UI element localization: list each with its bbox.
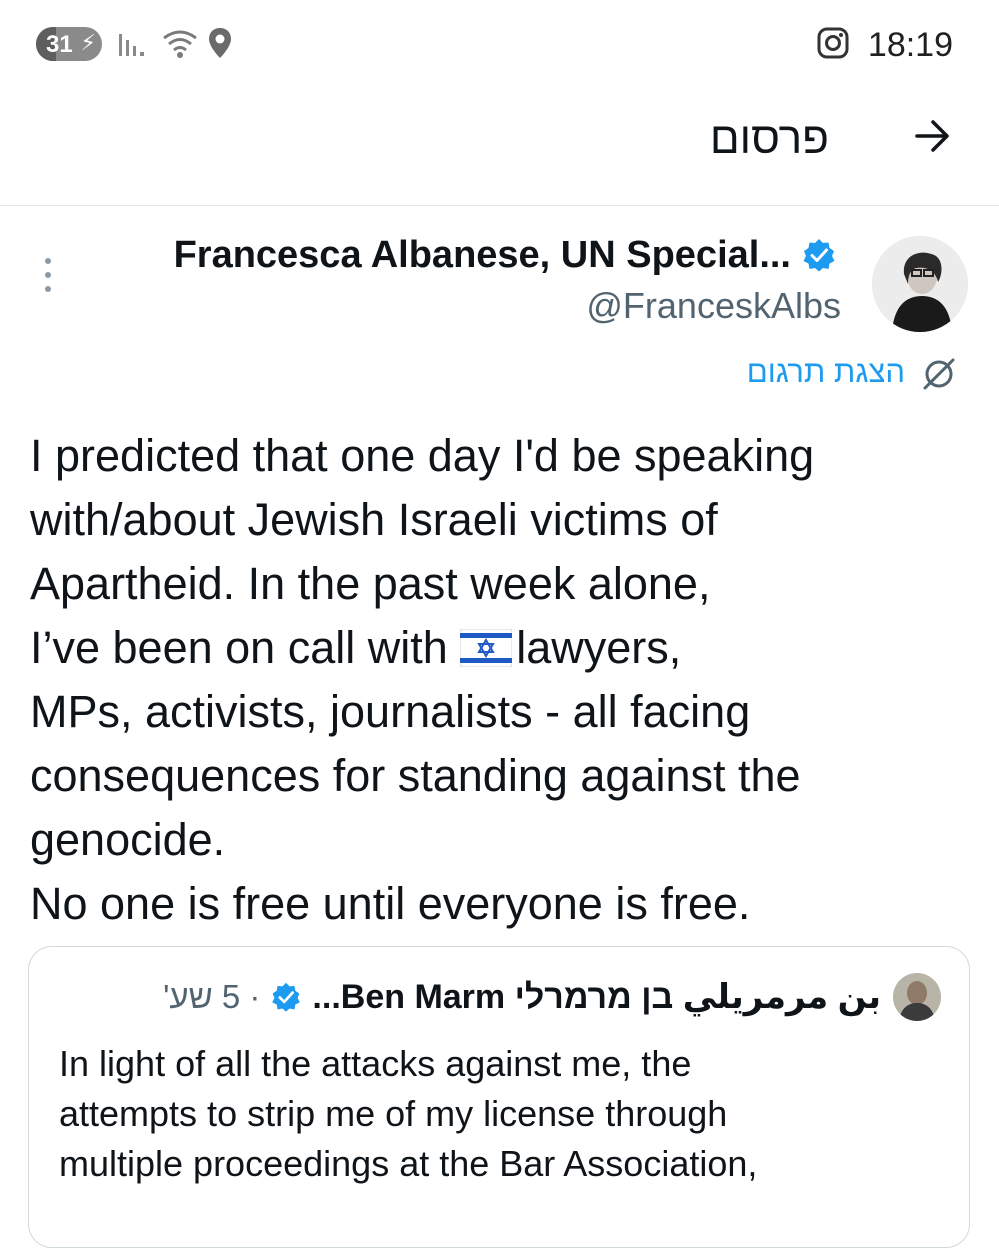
clock: 18:19 [867,26,953,64]
quoted-tweet-line: In light of all the attacks against me, … [59,1043,692,1084]
page-title: פרסום [709,114,829,163]
avatar[interactable] [872,236,968,332]
arrow-right-icon[interactable] [913,116,953,156]
tweet-line: with/about Jewish Israeli victims of [30,494,718,545]
more-options-icon[interactable] [38,258,58,298]
battery-indicator: 31 ⚡ [36,27,102,61]
tweet-text: I predicted that one day I'd be speaking… [30,424,970,936]
quoted-author-avatar[interactable] [893,973,941,1021]
signal-icon [119,34,144,56]
wifi-icon [163,30,197,58]
tweet-line-prefix: I’ve been on call with [30,622,461,673]
author-name[interactable]: Francesca Albanese, UN Special... [174,234,791,277]
quoted-tweet-card[interactable]: بن مرمريلي בן מרמרלי Ben Marm... · 5 שע'… [28,946,970,1248]
instagram-icon [817,27,849,59]
location-icon [209,28,231,58]
quoted-tweet-line: attempts to strip me of my license throu… [59,1093,728,1134]
tweet-line: Apartheid. In the past week alone, [30,558,711,609]
quoted-timestamp: · 5 שע' [163,978,261,1015]
tweet-line: genocide. [30,814,226,865]
battery-level: 31 [46,31,73,58]
tweet-line-with-flag: I’ve been on call with lawyers, [30,616,970,680]
tweet-line: No one is free until everyone is free. [30,878,751,929]
tweet-line: MPs, activists, journalists - all facing [30,686,751,737]
top-app-bar: פרסום [0,88,999,206]
tweet-line: consequences for standing against the [30,750,801,801]
show-translation-link[interactable]: הצגת תרגום [699,354,959,394]
quoted-tweet-header: بن مرمريلي בן מרמרלי Ben Marm... · 5 שע' [163,975,881,1019]
tweet-line: I predicted that one day I'd be speaking [30,430,815,481]
verified-badge-icon [803,239,835,272]
charging-bolt-icon: ⚡ [80,30,96,55]
quoted-tweet-line: multiple proceedings at the Bar Associat… [59,1143,758,1184]
profile-photo [872,236,968,332]
quoted-tweet-text: In light of all the attacks against me, … [59,1039,949,1189]
author-handle[interactable]: @FranceskAlbs [586,285,841,327]
tweet-line-suffix: lawyers, [516,622,682,673]
translate-label[interactable]: הצגת תרגום [747,354,905,390]
quoted-author-name[interactable]: بن مرمريلي בן מרמרלי Ben Marm... [312,977,881,1017]
quoted-profile-photo [893,973,941,1021]
status-bar: 31 ⚡ 18:19 [0,0,999,88]
translate-globe-icon [923,358,955,390]
israel-flag-icon [460,629,513,667]
verified-badge-icon [272,982,301,1012]
